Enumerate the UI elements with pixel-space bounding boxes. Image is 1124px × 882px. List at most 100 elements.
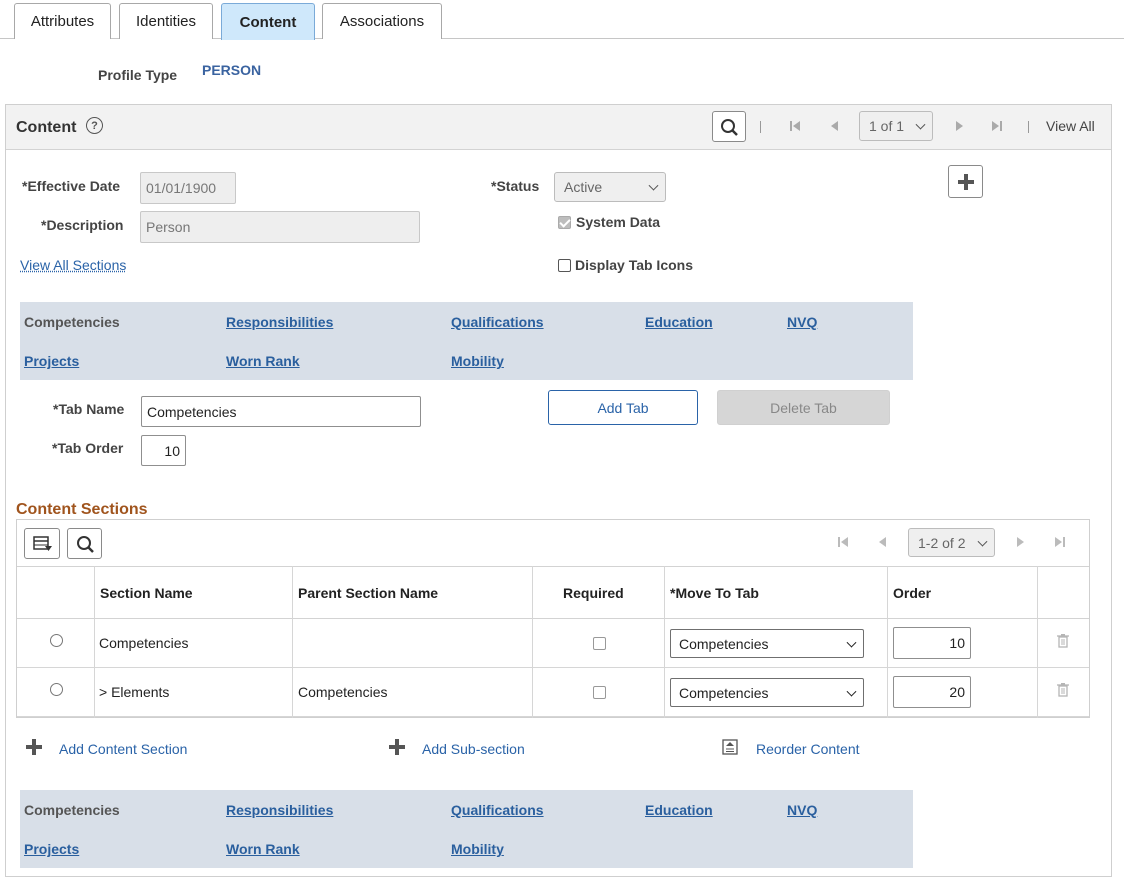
move-to-tab-select[interactable]: Competencies	[670, 678, 864, 707]
trash-icon[interactable]	[1056, 682, 1070, 698]
previous-page-icon[interactable]	[876, 535, 890, 549]
first-page-icon[interactable]	[836, 535, 850, 549]
trash-icon[interactable]	[1056, 633, 1070, 649]
strip-tab-qualifications[interactable]: Qualifications	[451, 314, 544, 330]
strip-tab-mobility[interactable]: Mobility	[451, 353, 504, 369]
move-to-tab-value: Competencies	[679, 635, 769, 652]
grid-page-value: 1-2 of 2	[918, 534, 966, 551]
strip-tab-education[interactable]: Education	[645, 802, 713, 818]
tab-label: Content	[239, 13, 297, 31]
status-value: Active	[564, 179, 603, 195]
col-order: Order	[893, 585, 932, 601]
section-name-link[interactable]: Competencies	[99, 635, 189, 651]
move-to-tab-select[interactable]: Competencies	[670, 629, 864, 658]
strip-tab-mobility[interactable]: Mobility	[451, 841, 504, 857]
personalize-button[interactable]	[24, 528, 60, 559]
content-title: Content	[16, 119, 77, 136]
display-tab-icons-checkbox[interactable]	[558, 259, 571, 272]
tab-name-label: *Tab Name	[53, 401, 125, 417]
col-move-to-tab: *Move To Tab	[670, 585, 759, 601]
view-all-link[interactable]: View All	[1046, 118, 1095, 134]
plus-icon[interactable]	[389, 739, 405, 755]
plus-icon	[958, 174, 974, 190]
table-row: > Elements Competencies Competencies 20	[17, 668, 1089, 717]
delete-tab-button[interactable]: Delete Tab	[717, 390, 890, 425]
tab-identities[interactable]: Identities	[119, 3, 213, 39]
tab-name-field[interactable]: Competencies	[141, 396, 421, 427]
tab-order-label: *Tab Order	[52, 440, 124, 456]
strip-tab-education[interactable]: Education	[645, 314, 713, 330]
chevron-down-icon	[846, 686, 857, 697]
tab-strip-bottom: Competencies Responsibilities Qualificat…	[20, 790, 913, 868]
system-data-label: System Data	[576, 214, 661, 230]
chevron-down-icon	[846, 637, 857, 648]
first-page-icon[interactable]	[788, 119, 802, 133]
add-row-button[interactable]	[948, 165, 983, 198]
add-tab-button[interactable]: Add Tab	[548, 390, 698, 425]
display-tab-icons-label: Display Tab Icons	[575, 257, 693, 273]
grid-toolbar: 1-2 of 2	[17, 520, 1089, 566]
status-label: *Status	[491, 178, 540, 194]
strip-tab-worn-rank[interactable]: Worn Rank	[226, 841, 300, 857]
tab-order-field[interactable]: 10	[141, 435, 186, 466]
profile-type-label: Profile Type	[98, 67, 178, 83]
strip-tab-responsibilities[interactable]: Responsibilities	[226, 802, 333, 818]
strip-tab-responsibilities[interactable]: Responsibilities	[226, 314, 333, 330]
find-button[interactable]	[712, 111, 746, 142]
separator	[1028, 121, 1029, 133]
order-field[interactable]: 20	[893, 676, 971, 708]
effective-date-field[interactable]: 01/01/1900	[140, 172, 236, 204]
tab-label: Associations	[339, 13, 425, 30]
strip-tab-projects[interactable]: Projects	[24, 841, 79, 857]
search-icon	[721, 119, 738, 136]
col-required: Required	[563, 585, 624, 601]
row-select-radio[interactable]	[50, 634, 63, 647]
section-name-link[interactable]: > Elements	[99, 684, 169, 700]
tab-content[interactable]: Content	[221, 3, 315, 40]
grid-settings-icon	[33, 536, 52, 551]
required-checkbox[interactable]	[593, 637, 606, 650]
system-data-checkbox[interactable]	[558, 216, 571, 229]
add-sub-section-link[interactable]: Add Sub-section	[422, 741, 525, 757]
last-page-icon[interactable]	[990, 119, 1004, 133]
chevron-down-icon	[977, 536, 988, 547]
row-select-radio[interactable]	[50, 683, 63, 696]
strip-tab-nvq[interactable]: NVQ	[787, 314, 817, 330]
tab-associations[interactable]: Associations	[322, 3, 442, 39]
strip-tab-qualifications[interactable]: Qualifications	[451, 802, 544, 818]
grid-find-button[interactable]	[67, 528, 102, 559]
strip-tab-projects[interactable]: Projects	[24, 353, 79, 369]
profile-type-value: PERSON	[202, 62, 262, 78]
next-page-icon[interactable]	[1013, 535, 1027, 549]
col-section-name: Section Name	[100, 585, 193, 601]
tab-attributes[interactable]: Attributes	[14, 3, 111, 39]
content-sections-grid: 1-2 of 2 Section Name Parent Section Nam…	[16, 519, 1090, 718]
strip-tab-competencies[interactable]: Competencies	[24, 802, 120, 818]
view-all-sections-link[interactable]: View All Sections	[20, 257, 126, 273]
reorder-content-link[interactable]: Reorder Content	[756, 741, 860, 757]
effective-date-label: *Effective Date	[22, 178, 121, 194]
grid-header-row: Section Name Parent Section Name Require…	[17, 566, 1089, 619]
help-icon[interactable]: ?	[86, 117, 103, 134]
next-page-icon[interactable]	[952, 119, 966, 133]
status-select[interactable]: Active	[554, 172, 666, 202]
previous-page-icon[interactable]	[828, 119, 842, 133]
grid-page-select[interactable]: 1-2 of 2	[908, 528, 995, 557]
plus-icon[interactable]	[26, 739, 42, 755]
last-page-icon[interactable]	[1053, 535, 1067, 549]
required-checkbox[interactable]	[593, 686, 606, 699]
description-field[interactable]: Person	[140, 211, 420, 243]
page-select[interactable]: 1 of 1	[859, 111, 933, 141]
page-tab-bar: Attributes Identities Content Associatio…	[0, 0, 1124, 40]
page-select-value: 1 of 1	[869, 118, 905, 134]
strip-tab-worn-rank[interactable]: Worn Rank	[226, 353, 300, 369]
add-content-section-link[interactable]: Add Content Section	[59, 741, 187, 757]
strip-tab-competencies[interactable]: Competencies	[24, 314, 120, 330]
strip-tab-nvq[interactable]: NVQ	[787, 802, 817, 818]
reorder-icon[interactable]	[722, 739, 738, 755]
content-sections-title: Content Sections	[16, 501, 148, 518]
order-field[interactable]: 10	[893, 627, 971, 659]
tab-label: Identities	[135, 13, 197, 30]
tab-strip-top: Competencies Responsibilities Qualificat…	[20, 302, 913, 380]
tab-label: Attributes	[30, 13, 95, 30]
